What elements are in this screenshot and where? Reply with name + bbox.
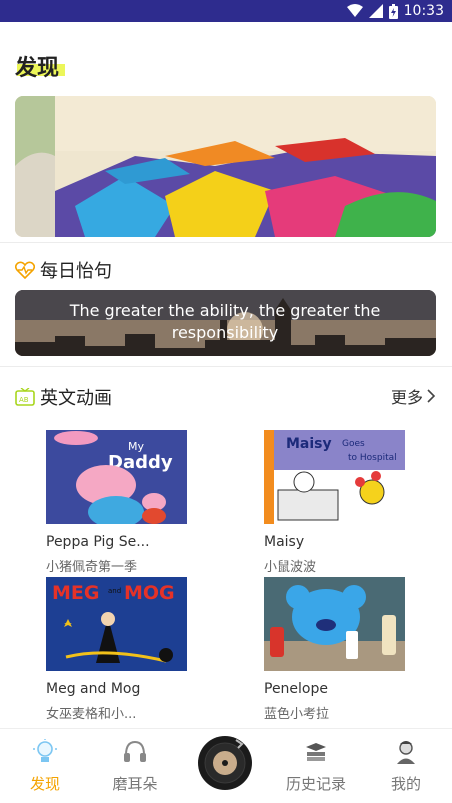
svg-text:MOG: MOG [124, 582, 175, 604]
page-title: 发现 [15, 56, 60, 81]
nav-label: 磨耳朵 [112, 775, 158, 793]
daily-quote-header: 每日怡句 [15, 257, 112, 283]
nav-item-listening[interactable]: 磨耳朵 [95, 729, 175, 803]
nav-label: 我的 [390, 775, 421, 793]
cartoon-subtitle: 小鼠波波 [264, 560, 317, 575]
cartoon-subtitle: 小猪佩奇第一季 [46, 560, 138, 575]
lightbulb-icon [33, 739, 57, 762]
nav-item-mine[interactable]: 我的 [366, 729, 446, 803]
player-disc-button[interactable] [198, 736, 252, 790]
meg-and-mog-thumbnail: MEG and MOG [46, 577, 187, 671]
svg-text:AB: AB [19, 396, 29, 404]
maisy-thumbnail: Maisy Goes to Hospital [264, 430, 405, 524]
wifi-icon [346, 4, 363, 17]
cartoon-title: Maisy [264, 534, 305, 550]
peppa-thumbnail: My Daddy [46, 430, 187, 524]
penelope-thumbnail [264, 577, 405, 671]
daily-quote-text: The greater the ability, the greater the… [69, 301, 381, 342]
banner-carousel[interactable] [15, 96, 436, 237]
nav-item-history[interactable]: 历史记录 [276, 729, 356, 803]
record-disc-icon [199, 737, 251, 789]
more-button[interactable]: 更多 [391, 384, 436, 408]
cartoons-header: AB 英文动画 [15, 384, 112, 410]
svg-text:and: and [108, 587, 121, 595]
svg-text:Goes: Goes [342, 439, 365, 449]
svg-text:to Hospital: to Hospital [348, 453, 397, 463]
daily-quote-heading: 每日怡句 [40, 261, 112, 282]
nav-label: 历史记录 [285, 775, 346, 793]
headphones-icon [124, 740, 146, 762]
nav-label: 发现 [29, 775, 60, 793]
cartoon-title: Peppa Pig Se... [46, 534, 150, 550]
nav-item-discover[interactable]: 发现 [5, 729, 85, 803]
divider [0, 366, 452, 367]
banner-image [15, 96, 436, 237]
daily-quote-card[interactable]: The greater the ability, the greater the… [15, 290, 436, 356]
svg-text:MEG: MEG [52, 582, 99, 604]
status-bar: 10:33 [0, 0, 452, 22]
chevron-right-icon [427, 389, 436, 403]
cartoon-title: Meg and Mog [46, 681, 141, 697]
books-icon [306, 743, 326, 761]
cartoon-subtitle: 蓝色小考拉 [264, 707, 330, 722]
signal-icon [368, 4, 383, 18]
divider [0, 242, 452, 243]
svg-text:Maisy: Maisy [286, 436, 332, 452]
battery-icon [388, 3, 398, 19]
cartoon-subtitle: 女巫麦格和小... [46, 707, 137, 722]
more-label: 更多 [390, 388, 423, 407]
cartoon-title: Penelope [264, 681, 328, 697]
status-time: 10:33 [403, 3, 444, 19]
heart-pulse-icon [15, 261, 35, 279]
avatar-icon [397, 741, 415, 764]
tv-icon: AB [15, 388, 35, 406]
cartoons-heading: 英文动画 [40, 388, 112, 409]
